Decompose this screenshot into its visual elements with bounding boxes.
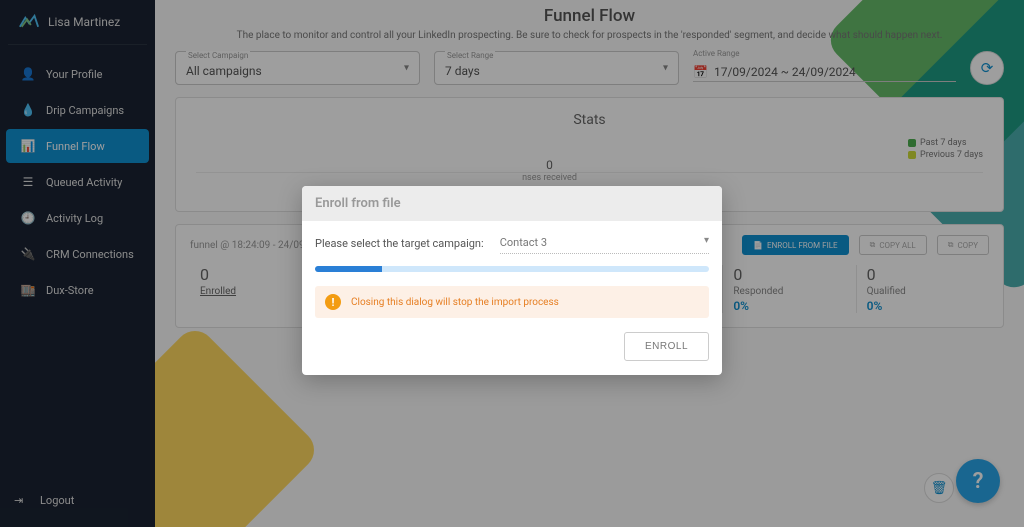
modal-title: Enroll from file — [302, 186, 722, 221]
enroll-from-file-modal: Enroll from file Please select the targe… — [302, 186, 722, 375]
modal-body: Please select the target campaign: Conta… — [302, 221, 722, 375]
modal-actions: ENROLL — [315, 332, 709, 361]
import-progress — [315, 266, 709, 272]
progress-bar-fill — [315, 266, 382, 272]
btn-label: ENROLL — [645, 341, 688, 352]
warning-icon: ! — [325, 294, 341, 310]
chevron-down-icon: ▾ — [704, 235, 709, 246]
warning-text: Closing this dialog will stop the import… — [351, 297, 559, 308]
campaign-row: Please select the target campaign: Conta… — [315, 233, 709, 254]
enroll-button[interactable]: ENROLL — [624, 332, 709, 361]
campaign-prompt: Please select the target campaign: — [315, 237, 484, 250]
warning-banner: ! Closing this dialog will stop the impo… — [315, 286, 709, 318]
target-campaign-select[interactable]: Contact 3 ▾ — [500, 233, 709, 254]
select-value: Contact 3 — [500, 236, 547, 249]
